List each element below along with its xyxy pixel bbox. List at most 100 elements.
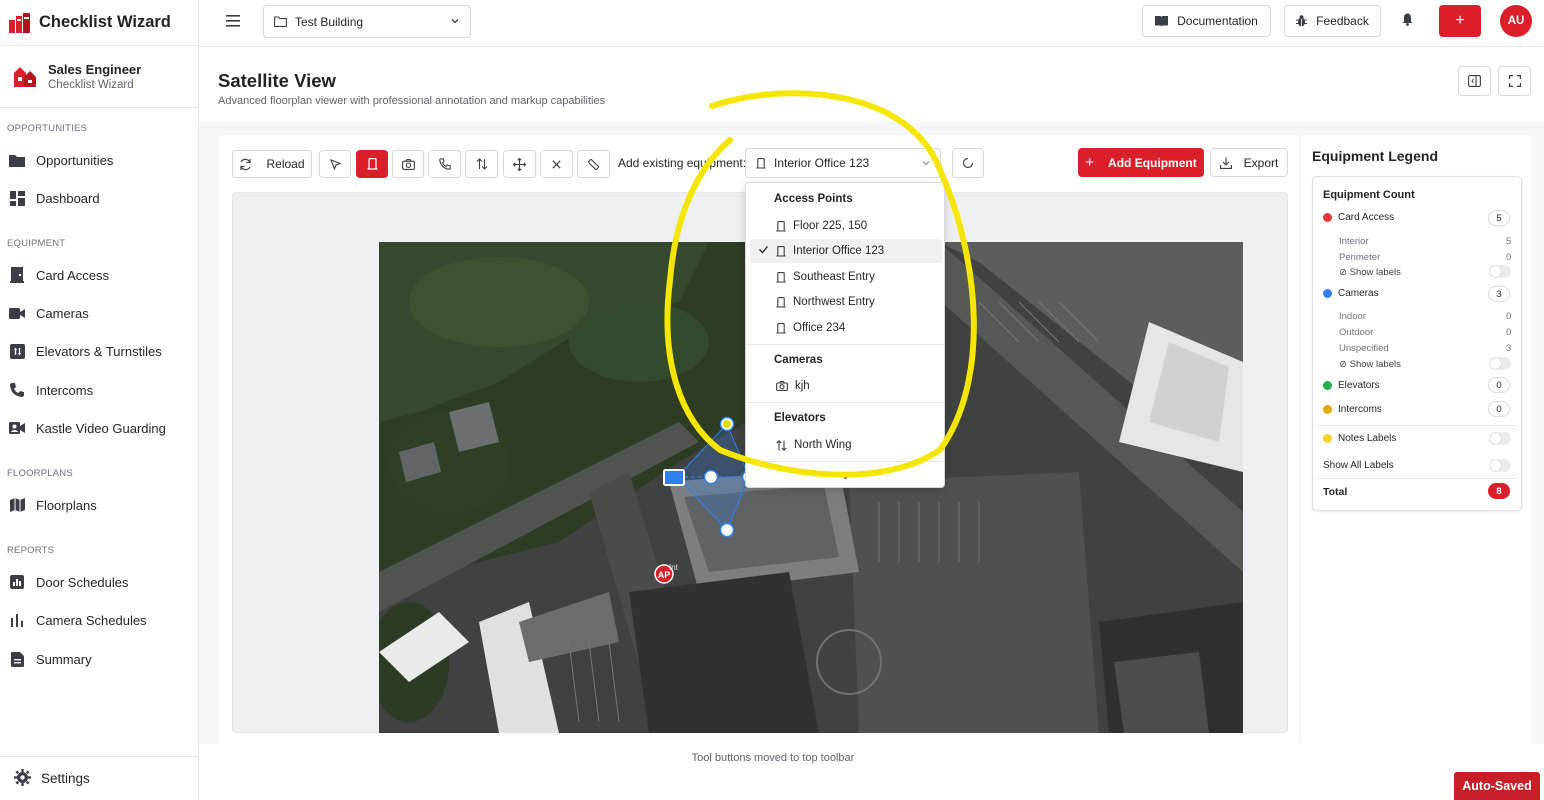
group-header-cameras: Cameras xyxy=(774,354,823,366)
option-northwest-entry[interactable]: Northwest Entry xyxy=(750,290,942,314)
elevators-count: 0 xyxy=(1488,377,1510,393)
cameras-labels-toggle[interactable] xyxy=(1489,357,1511,370)
reload-icon xyxy=(240,158,252,170)
nav-label: Elevators & Turnstiles xyxy=(36,343,162,359)
nav-opportunities[interactable]: Opportunities xyxy=(0,144,198,176)
video-guard-icon xyxy=(9,420,25,436)
show-all-labels-toggle[interactable] xyxy=(1489,459,1511,472)
cameras-dot xyxy=(1323,289,1332,298)
ap-marker-tag: Int xyxy=(669,563,679,572)
nav-floorplans[interactable]: Floorplans xyxy=(0,489,198,521)
export-label: Export xyxy=(1243,155,1279,170)
arrows-up-down-icon xyxy=(776,439,787,451)
select-tool-button[interactable] xyxy=(319,150,351,178)
video-icon xyxy=(9,305,25,321)
intercom-tool-button[interactable] xyxy=(428,150,461,178)
legend-sub-outdoor: Outdoor xyxy=(1339,327,1374,338)
nav-label: Cameras xyxy=(36,305,89,321)
equipment-count-title: Equipment Count xyxy=(1323,189,1415,201)
bell-icon[interactable] xyxy=(1402,13,1413,26)
divider xyxy=(746,344,944,345)
report-icon xyxy=(9,574,25,590)
sidebar-panel-icon xyxy=(1468,75,1481,87)
nav-summary[interactable]: Summary xyxy=(0,643,198,675)
door-icon xyxy=(776,271,786,283)
reload-label: Reload xyxy=(266,157,305,171)
divider xyxy=(1318,478,1516,479)
map-icon xyxy=(9,497,25,513)
delete-tool-button[interactable] xyxy=(540,150,573,178)
user-block[interactable]: Sales Engineer Checklist Wizard xyxy=(0,46,198,108)
option-floor-225-150[interactable]: Floor 225, 150 xyxy=(750,214,942,238)
card-access-labels-toggle[interactable] xyxy=(1489,265,1511,278)
legend-intercoms: Intercoms xyxy=(1323,404,1382,415)
option-label: Interior Office 123 xyxy=(793,245,885,257)
option-interior-office-123[interactable]: Interior Office 123 xyxy=(750,239,942,263)
measure-tool-button[interactable] xyxy=(577,150,610,178)
show-labels-text: Show labels xyxy=(1349,267,1401,278)
refresh-button[interactable] xyxy=(952,148,984,178)
legend-elevators: Elevators xyxy=(1323,380,1380,391)
camera-icon xyxy=(776,381,788,391)
option-kjh[interactable]: kjh xyxy=(750,374,942,398)
option-label: kjh xyxy=(795,380,810,392)
user-avatar[interactable]: AU xyxy=(1500,5,1532,37)
divider xyxy=(746,461,944,462)
nav-intercoms[interactable]: Intercoms xyxy=(0,374,198,406)
option-north-wing[interactable]: North Wing xyxy=(750,433,942,457)
elevators-dot xyxy=(1323,381,1332,390)
brand[interactable]: Checklist Wizard xyxy=(0,0,198,46)
nav-door-schedules[interactable]: Door Schedules xyxy=(0,566,198,598)
nav-label: Dashboard xyxy=(36,190,100,206)
nav-dashboard[interactable]: Dashboard xyxy=(0,182,198,214)
nav-camera-schedules[interactable]: Camera Schedules xyxy=(0,604,198,636)
move-icon xyxy=(513,157,526,171)
nav-kastle-video-guarding[interactable]: Kastle Video Guarding xyxy=(0,412,198,444)
page-subtitle: Advanced floorplan viewer with professio… xyxy=(218,95,606,107)
nav-elevators[interactable]: Elevators & Turnstiles xyxy=(0,335,198,367)
nav-cameras[interactable]: Cameras xyxy=(0,297,198,329)
settings-link[interactable]: Settings xyxy=(0,756,198,800)
elevator-tool-button[interactable] xyxy=(465,150,498,178)
cameras-count: 3 xyxy=(1488,286,1510,302)
documentation-label: Documentation xyxy=(1177,14,1258,28)
door-icon xyxy=(367,158,377,170)
divider xyxy=(1318,425,1516,426)
move-tool-button[interactable] xyxy=(503,150,536,178)
folder-icon xyxy=(274,16,287,27)
section-floorplans: FLOORPLANS xyxy=(7,468,73,479)
chevron-down-icon[interactable] xyxy=(841,473,850,481)
option-southeast-entry[interactable]: Southeast Entry xyxy=(750,265,942,289)
legend-label: Card Access xyxy=(1338,212,1395,223)
sidebar: Checklist Wizard Sales Engineer Checklis… xyxy=(0,0,199,800)
legend-card-access: Card Access xyxy=(1323,212,1394,223)
dashboard-icon xyxy=(9,190,25,206)
equipment-dropdown[interactable]: Access Points Floor 225, 150 Interior Of… xyxy=(745,182,945,488)
add-equipment-button[interactable]: + Add Equipment xyxy=(1078,148,1204,177)
feedback-button[interactable]: Feedback xyxy=(1284,5,1381,37)
app-title: Checklist Wizard xyxy=(39,13,171,31)
legend-label: Intercoms xyxy=(1338,404,1382,415)
menu-icon[interactable] xyxy=(225,14,243,28)
camera-tool-button[interactable] xyxy=(392,150,424,178)
access-point-tool-button[interactable] xyxy=(356,150,388,178)
fullscreen-button[interactable] xyxy=(1498,66,1531,96)
show-all-labels: Show All Labels xyxy=(1323,460,1394,471)
toggle-panel-button[interactable] xyxy=(1458,66,1491,96)
building-select[interactable]: Test Building xyxy=(263,5,471,38)
add-button[interactable]: + xyxy=(1439,5,1481,37)
user-role: Sales Engineer xyxy=(48,62,142,77)
book-icon xyxy=(1155,15,1169,27)
door-icon xyxy=(776,220,786,232)
export-button[interactable]: Export xyxy=(1210,148,1288,177)
legend-sub-indoor: Indoor xyxy=(1339,311,1366,322)
camera-marker[interactable] xyxy=(663,469,685,486)
existing-equipment-select[interactable]: Interior Office 123 xyxy=(745,148,941,178)
option-office-234[interactable]: Office 234 xyxy=(750,316,942,340)
app-logo-icon xyxy=(9,12,30,33)
notes-labels-toggle[interactable] xyxy=(1489,432,1511,445)
documentation-button[interactable]: Documentation xyxy=(1142,5,1271,37)
nav-label: Camera Schedules xyxy=(36,612,147,628)
reload-button[interactable]: Reload xyxy=(232,150,312,178)
nav-card-access[interactable]: Card Access xyxy=(0,259,198,291)
